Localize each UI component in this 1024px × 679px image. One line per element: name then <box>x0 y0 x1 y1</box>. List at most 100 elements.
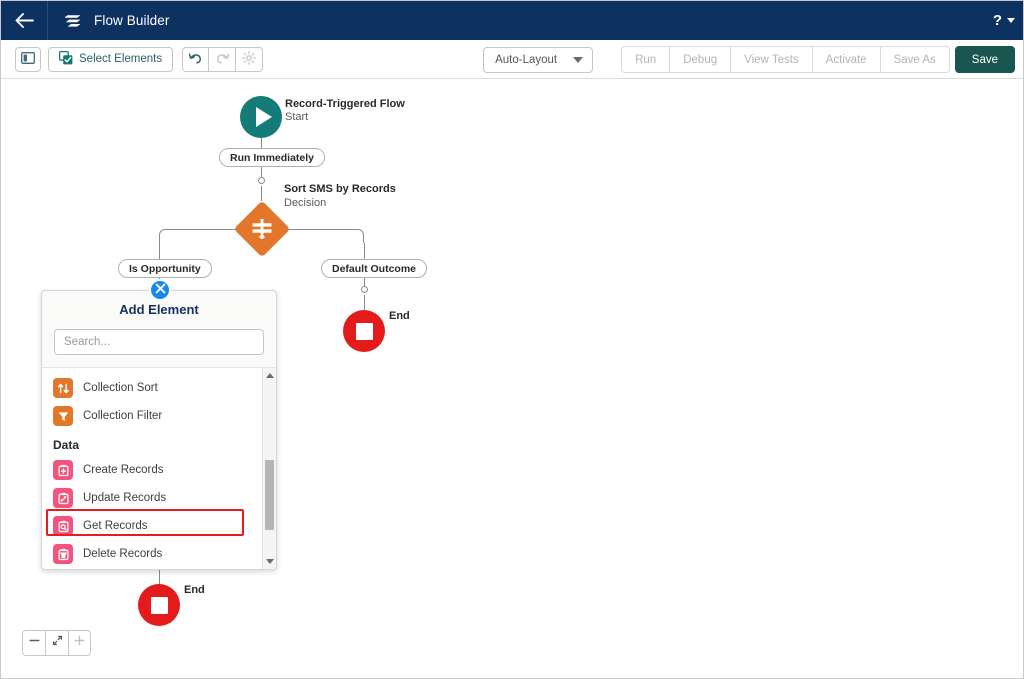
close-panel-button[interactable] <box>149 279 171 301</box>
list-item-label: Get Records <box>83 520 148 532</box>
list-section-data: Data <box>53 438 80 452</box>
run-button: Run <box>621 46 670 73</box>
connector-add-dot-1[interactable] <box>258 177 265 184</box>
delete-records-icon <box>53 544 73 564</box>
list-item-label: Update Records <box>83 492 167 504</box>
branch-pill-default-outcome[interactable]: Default Outcome <box>321 259 428 278</box>
run-immediately-pill[interactable]: Run Immediately <box>219 148 326 167</box>
connector-dot-to-decision <box>261 186 262 201</box>
save-as-button: Save As <box>879 46 950 73</box>
app-title: Flow Builder <box>94 13 170 28</box>
list-item-label: Collection Filter <box>83 410 163 422</box>
side-panel-toggle-icon <box>21 51 35 67</box>
list-item-label: Collection Sort <box>83 382 158 394</box>
add-element-panel: Add Element Collection Sort <box>41 279 277 570</box>
header-divider <box>47 1 48 40</box>
list-item-get-records[interactable]: Get Records <box>42 509 258 540</box>
layout-mode-value: Auto-Layout <box>495 53 558 66</box>
element-list-inner: Collection Sort Collection Filter Data C… <box>42 368 258 568</box>
end-node-bottom-label: End <box>184 584 205 596</box>
connector-corner-right <box>350 229 364 243</box>
start-node-sublabel: Start <box>285 111 309 123</box>
close-icon <box>155 281 166 299</box>
add-element-panel-header: Add Element <box>42 291 276 368</box>
element-list[interactable]: Collection Sort Collection Filter Data C… <box>42 368 276 569</box>
end-square-icon <box>150 596 168 614</box>
help-icon: ? <box>992 12 1002 29</box>
list-item-delete-records[interactable]: Delete Records <box>42 540 258 568</box>
settings-button <box>236 46 264 72</box>
list-item-collection-sort[interactable]: Collection Sort <box>42 374 258 402</box>
list-item-label: Delete Records <box>83 548 163 560</box>
decision-node[interactable] <box>233 200 291 258</box>
plus-icon <box>73 634 86 652</box>
undo-button[interactable] <box>182 46 210 72</box>
zoom-in-button <box>68 630 91 656</box>
debug-button: Debug <box>669 46 731 73</box>
triangle-down-glyph <box>265 559 274 564</box>
zoom-out-button[interactable] <box>22 630 45 656</box>
fit-to-screen-icon <box>51 634 64 652</box>
scroll-up-arrow-icon[interactable] <box>263 369 276 382</box>
end-square-icon <box>355 322 373 340</box>
list-item-create-records[interactable]: Create Records <box>42 456 258 484</box>
app-header: Flow Builder ? <box>1 1 1023 40</box>
minus-icon <box>28 634 41 652</box>
side-panel-toggle-button[interactable] <box>15 46 41 72</box>
undo-icon <box>188 51 203 68</box>
save-button[interactable]: Save <box>954 46 1015 73</box>
zoom-controls <box>22 630 91 656</box>
chevron-down-icon <box>1007 18 1015 23</box>
connector-corner-left <box>159 229 173 243</box>
connector-add-dot-2[interactable] <box>361 286 368 293</box>
connector-branch-left-horizontal <box>173 229 237 230</box>
connector-right-down <box>364 243 365 259</box>
flow-builder-app: Flow Builder ? Select Elements Auto-Layo… <box>0 0 1024 679</box>
decision-node-label: Sort SMS by Records <box>284 183 396 195</box>
scrollbar-thumb[interactable] <box>265 460 274 530</box>
decision-signpost-icon <box>236 203 288 255</box>
decision-node-sublabel: Decision <box>284 197 327 209</box>
flow-builder-logo-icon <box>64 11 84 31</box>
update-records-icon <box>53 488 73 508</box>
add-element-title: Add Element <box>119 302 199 317</box>
connector-right-dot-to-end <box>364 295 365 311</box>
element-list-scrollbar[interactable] <box>262 368 276 569</box>
activate-button: Activate <box>811 46 880 73</box>
editor-toolbar: Select Elements Auto-Layout Run Debug Vi… <box>1 40 1023 79</box>
connector-branch-right-horizontal <box>287 229 351 230</box>
list-item-label: Create Records <box>83 464 164 476</box>
collection-sort-icon <box>53 378 73 398</box>
flow-actions-group: Run Debug View Tests Activate Save As Sa… <box>621 46 1015 73</box>
select-elements-icon <box>58 50 73 68</box>
end-node-right[interactable] <box>343 310 385 352</box>
start-node[interactable] <box>240 96 282 138</box>
end-node-bottom[interactable] <box>138 584 180 626</box>
view-tests-button: View Tests <box>730 46 812 73</box>
redo-icon <box>215 51 230 68</box>
list-item-collection-filter[interactable]: Collection Filter <box>42 402 258 430</box>
end-node-right-label: End <box>389 310 410 322</box>
start-node-label: Record-Triggered Flow <box>285 98 405 110</box>
list-item-update-records[interactable]: Update Records <box>42 484 258 512</box>
layout-mode-select[interactable]: Auto-Layout <box>483 46 594 73</box>
help-menu-button[interactable]: ? <box>993 1 1015 40</box>
connector-left-down <box>159 243 160 259</box>
get-records-icon <box>53 516 73 536</box>
select-elements-label: Select Elements <box>79 53 163 65</box>
triangle-up-glyph <box>265 373 274 378</box>
collection-filter-icon <box>53 406 73 426</box>
back-button[interactable] <box>1 1 47 40</box>
fit-to-screen-button[interactable] <box>45 630 68 656</box>
search-input[interactable] <box>54 329 264 355</box>
select-elements-button[interactable]: Select Elements <box>48 46 174 72</box>
gear-icon <box>242 50 256 68</box>
scroll-down-arrow-icon[interactable] <box>263 555 276 568</box>
branch-pill-is-opportunity[interactable]: Is Opportunity <box>118 259 212 278</box>
redo-button <box>209 46 237 72</box>
flow-canvas[interactable]: Record-Triggered Flow Start Run Immediat… <box>1 79 1023 678</box>
play-icon <box>255 107 272 127</box>
create-records-icon <box>53 460 73 480</box>
chevron-down-icon <box>573 56 584 63</box>
toolbar-right-group: Auto-Layout Run Debug View Tests Activat… <box>483 40 1015 79</box>
